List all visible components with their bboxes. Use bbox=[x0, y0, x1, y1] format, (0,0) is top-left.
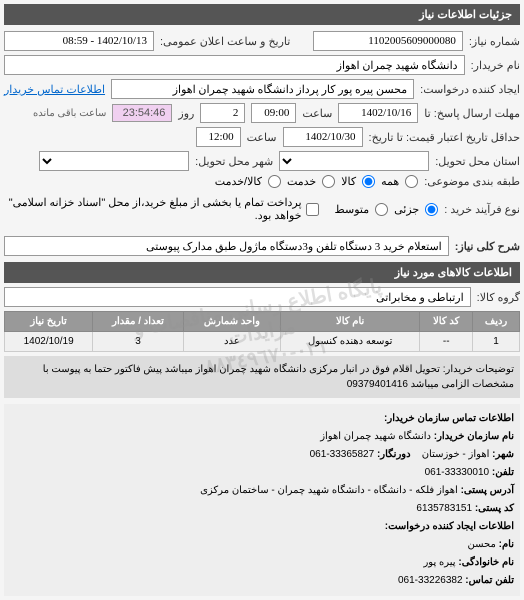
th-code: کد کالا bbox=[420, 312, 473, 332]
contact-link[interactable]: اطلاعات تماس خریدار bbox=[4, 83, 105, 96]
th-row: ردیف bbox=[473, 312, 520, 332]
family-value: پیره پور bbox=[423, 557, 455, 568]
name-value: محسن bbox=[468, 539, 496, 550]
address-label: آدرس پستی: bbox=[461, 485, 514, 496]
phone-label: تلفن: bbox=[492, 467, 514, 478]
day-label: روز bbox=[178, 107, 194, 120]
fax-label: دورنگار: bbox=[377, 449, 411, 460]
deadline-label: مهلت ارسال پاسخ: تا bbox=[424, 107, 520, 120]
org-value: دانشگاه شهید چمران اهواز bbox=[320, 431, 431, 442]
notes-box: توضیحات خریدار: تحویل اقلام فوق در انبار… bbox=[4, 356, 520, 398]
treasury-checkbox[interactable] bbox=[306, 203, 319, 216]
radio-small[interactable] bbox=[425, 203, 438, 216]
creator-input[interactable] bbox=[111, 79, 414, 99]
org-label: نام سازمان خریدار: bbox=[434, 431, 514, 442]
radio-service-label: خدمت bbox=[287, 175, 316, 188]
province-value: - خوزستان bbox=[422, 449, 466, 460]
creator-title: اطلاعات ایجاد کننده درخواست: bbox=[385, 521, 514, 532]
postal-value: 6135783151 bbox=[416, 503, 472, 514]
radio-mixed[interactable] bbox=[268, 175, 281, 188]
remaining-label: ساعت باقی مانده bbox=[33, 108, 106, 119]
fax-value: 33365827-061 bbox=[310, 449, 375, 460]
address-value: اهواز فلکه - دانشگاه - دانشگاه شهید چمرا… bbox=[200, 485, 458, 496]
buyer-input[interactable] bbox=[4, 55, 465, 75]
contact-phone-label: تلفن تماس: bbox=[465, 575, 514, 586]
th-date: تاریخ نیاز bbox=[5, 312, 93, 332]
radio-all-label: همه bbox=[381, 175, 399, 188]
cell-date: 1402/10/19 bbox=[5, 332, 93, 352]
purchase-type-label: نوع فرآیند خرید : bbox=[444, 203, 520, 216]
table-row: 1 -- توسعه دهنده کنسول عدد 3 1402/10/19 bbox=[5, 332, 520, 352]
family-label: نام خانوادگی: bbox=[458, 557, 514, 568]
city-select[interactable] bbox=[39, 151, 189, 171]
group-input[interactable] bbox=[4, 287, 471, 307]
radio-all[interactable] bbox=[405, 175, 418, 188]
radio-goods[interactable] bbox=[362, 175, 375, 188]
desc-label: شرح کلی نیاز: bbox=[455, 240, 520, 253]
phone-value: 33330010-061 bbox=[425, 467, 490, 478]
remaining-time: 23:54:46 bbox=[112, 104, 172, 122]
deadline-time-input[interactable] bbox=[251, 103, 296, 123]
postal-label: کد پستی: bbox=[475, 503, 514, 514]
goods-section-title: اطلاعات کالاهای مورد نیاز bbox=[4, 262, 520, 283]
state-select[interactable] bbox=[279, 151, 429, 171]
th-qty: تعداد / مقدار bbox=[93, 312, 184, 332]
group-label: گروه کالا: bbox=[477, 291, 520, 304]
name-label: نام: bbox=[499, 539, 514, 550]
number-input[interactable] bbox=[313, 31, 463, 51]
radio-mixed-label: کالا/خدمت bbox=[215, 175, 262, 188]
announce-input[interactable] bbox=[4, 31, 154, 51]
buyer-label: نام خریدار: bbox=[471, 59, 520, 72]
time-label-1: ساعت bbox=[302, 107, 332, 120]
desc-input[interactable] bbox=[4, 236, 449, 256]
cell-qty: 3 bbox=[93, 332, 184, 352]
radio-goods-label: کالا bbox=[341, 175, 356, 188]
cell-unit: عدد bbox=[183, 332, 280, 352]
validity-time-input[interactable] bbox=[196, 127, 241, 147]
validity-date-input[interactable] bbox=[283, 127, 363, 147]
number-label: شماره نیاز: bbox=[469, 35, 520, 48]
header-title: جزئیات اطلاعات نیاز bbox=[419, 9, 512, 21]
contact-section: اطلاعات تماس سازمان خریدار: نام سازمان خ… bbox=[4, 404, 520, 596]
contact-title: اطلاعات تماس سازمان خریدار: bbox=[384, 413, 514, 424]
page-header: جزئیات اطلاعات نیاز bbox=[4, 4, 520, 25]
deadline-date-input[interactable] bbox=[338, 103, 418, 123]
radio-small-label: جزئی bbox=[394, 203, 419, 216]
city-value: اهواز bbox=[469, 449, 490, 460]
delivery-city-label: شهر محل تحویل: bbox=[195, 155, 273, 168]
delivery-state-label: استان محل تحویل: bbox=[435, 155, 520, 168]
radio-medium-label: متوسط bbox=[335, 203, 370, 216]
cell-code: -- bbox=[420, 332, 473, 352]
radio-medium[interactable] bbox=[375, 203, 388, 216]
radio-service[interactable] bbox=[322, 175, 335, 188]
cell-row: 1 bbox=[473, 332, 520, 352]
cell-name: توسعه دهنده کنسول bbox=[280, 332, 419, 352]
checkbox-label: پرداخت تمام یا بخشی از مبلغ خرید،از محل … bbox=[4, 196, 302, 222]
goods-table: ردیف کد کالا نام کالا واحد شمارش تعداد /… bbox=[4, 311, 520, 352]
validity-label: حداقل تاریخ اعتبار قیمت: تا تاریخ: bbox=[369, 131, 520, 144]
city-label: شهر: bbox=[492, 449, 514, 460]
notes-label: توضیحات خریدار: bbox=[443, 364, 514, 375]
creator-label: ایجاد کننده درخواست: bbox=[420, 83, 520, 96]
category-label: طبقه بندی موضوعی: bbox=[424, 175, 520, 188]
days-input[interactable] bbox=[200, 103, 245, 123]
announce-label: تاریخ و ساعت اعلان عمومی: bbox=[160, 35, 290, 48]
time-label-2: ساعت bbox=[247, 131, 277, 144]
th-unit: واحد شمارش bbox=[183, 312, 280, 332]
contact-phone-value: 33226382-061 bbox=[398, 575, 463, 586]
th-name: نام کالا bbox=[280, 312, 419, 332]
